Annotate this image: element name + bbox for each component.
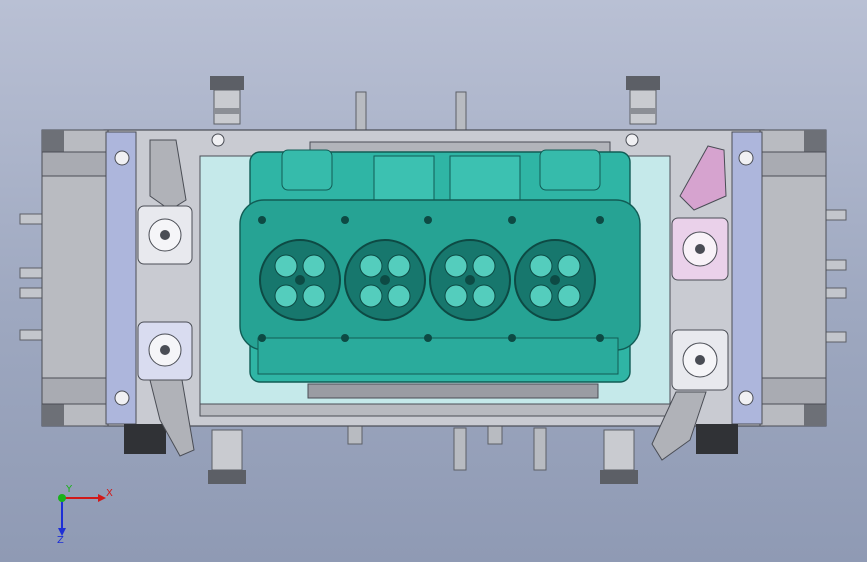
left-end-block — [41, 129, 109, 427]
coordinate-triad: X Y Z — [57, 484, 113, 544]
left-rail — [105, 131, 137, 425]
x-axis-label: X — [106, 488, 113, 499]
x-arrow-icon — [98, 494, 106, 502]
y-axis-icon — [58, 494, 66, 502]
y-axis-label: Y — [65, 484, 73, 495]
cad-viewport[interactable]: X Y Z — [0, 0, 867, 562]
top-studs — [210, 76, 660, 133]
right-end-block — [759, 129, 827, 427]
right-rail — [731, 131, 763, 425]
z-axis-label: Z — [57, 535, 64, 544]
bottom-studs — [208, 419, 638, 484]
fixture-assembly-model[interactable] — [0, 0, 867, 562]
